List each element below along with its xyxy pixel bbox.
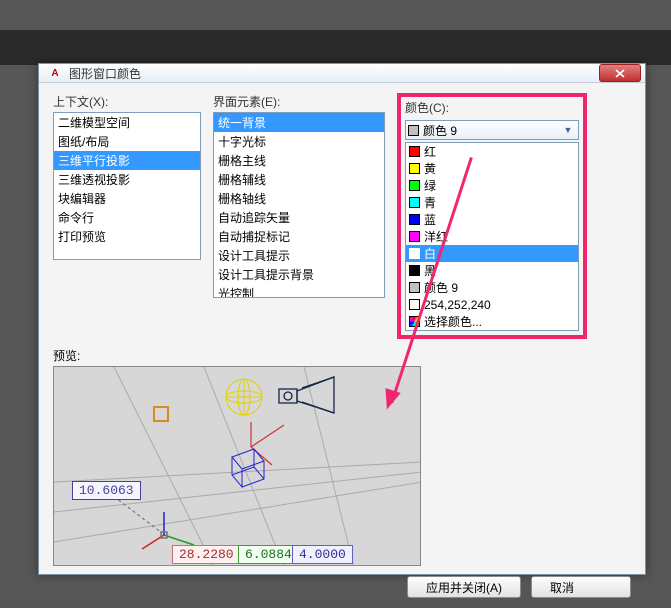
context-item[interactable]: 命令行	[54, 208, 200, 227]
cancel-button[interactable]: 取消	[531, 576, 631, 598]
chevron-down-icon: ▼	[560, 125, 576, 135]
current-swatch	[408, 125, 419, 136]
element-item[interactable]: 自动追踪矢量	[214, 208, 384, 227]
color-dropdown-list[interactable]: 红黄绿青蓝洋红白黑颜色 9254,252,240选择颜色...	[405, 142, 579, 331]
swatch-icon	[409, 299, 420, 310]
element-item[interactable]: 设计工具提示	[214, 246, 384, 265]
color-option[interactable]: 白	[406, 245, 578, 262]
app-icon: A	[47, 65, 63, 81]
element-item[interactable]: 十字光标	[214, 132, 384, 151]
color-combobox[interactable]: 颜色 9 ▼	[405, 120, 579, 140]
color-label: 绿	[424, 177, 436, 194]
color-option[interactable]: 蓝	[406, 211, 578, 228]
context-item[interactable]: 打印预览	[54, 227, 200, 246]
element-listbox[interactable]: 统一背景十字光标栅格主线栅格辅线栅格轴线自动追踪矢量自动捕捉标记设计工具提示设计…	[213, 112, 385, 298]
color-label: 蓝	[424, 211, 436, 228]
window-title: 图形窗口颜色	[69, 65, 141, 82]
element-item[interactable]: 栅格主线	[214, 151, 384, 170]
color-label: 254,252,240	[424, 298, 491, 312]
dialog-window: A 图形窗口颜色 上下文(X): 二维模型空间图纸/布局三维平行投影三维透视投影…	[38, 63, 646, 575]
swatch-icon	[409, 282, 420, 293]
context-item[interactable]: 三维平行投影	[54, 151, 200, 170]
element-item[interactable]: 自动捕捉标记	[214, 227, 384, 246]
color-option[interactable]: 青	[406, 194, 578, 211]
color-label: 黄	[424, 160, 436, 177]
coord-value-4: 4.0000	[292, 545, 353, 564]
swatch-icon	[409, 265, 420, 276]
color-option[interactable]: 选择颜色...	[406, 313, 578, 330]
color-option[interactable]: 254,252,240	[406, 296, 578, 313]
swatch-icon	[409, 214, 420, 225]
color-label: 白	[424, 245, 436, 262]
swatch-icon	[409, 248, 420, 259]
color-option[interactable]: 绿	[406, 177, 578, 194]
swatch-icon	[409, 180, 420, 191]
context-item[interactable]: 图纸/布局	[54, 132, 200, 151]
context-item[interactable]: 块编辑器	[54, 189, 200, 208]
apply-close-button[interactable]: 应用并关闭(A)	[407, 576, 521, 598]
color-label: 青	[424, 194, 436, 211]
swatch-icon	[409, 146, 420, 157]
context-item[interactable]: 三维透视投影	[54, 170, 200, 189]
preview-graphics	[54, 367, 421, 566]
swatch-icon	[409, 163, 420, 174]
color-label: 红	[424, 143, 436, 160]
element-label: 界面元素(E):	[213, 93, 385, 110]
color-option[interactable]: 红	[406, 143, 578, 160]
element-item[interactable]: 统一背景	[214, 113, 384, 132]
element-item[interactable]: 光控制	[214, 284, 384, 298]
swatch-icon	[409, 231, 420, 242]
element-item[interactable]: 设计工具提示背景	[214, 265, 384, 284]
close-button[interactable]	[599, 64, 641, 82]
coord-value-3: 6.0884	[238, 545, 299, 564]
element-item[interactable]: 栅格轴线	[214, 189, 384, 208]
color-label: 颜色(C):	[405, 99, 579, 116]
color-option[interactable]: 洋红	[406, 228, 578, 245]
context-listbox[interactable]: 二维模型空间图纸/布局三维平行投影三维透视投影块编辑器命令行打印预览	[53, 112, 201, 260]
swatch-icon	[409, 197, 420, 208]
preview-label: 预览:	[53, 347, 631, 364]
preview-pane: 10.6063 28.2280 6.0884 4.0000	[53, 366, 421, 566]
coord-value-1: 10.6063	[72, 481, 141, 500]
color-option[interactable]: 黄	[406, 160, 578, 177]
element-item[interactable]: 栅格辅线	[214, 170, 384, 189]
color-label: 选择颜色...	[424, 313, 482, 330]
context-item[interactable]: 二维模型空间	[54, 113, 200, 132]
current-color-text: 颜色 9	[423, 122, 457, 139]
coord-value-2: 28.2280	[172, 545, 241, 564]
titlebar[interactable]: A 图形窗口颜色	[39, 64, 645, 83]
context-label: 上下文(X):	[53, 93, 201, 110]
